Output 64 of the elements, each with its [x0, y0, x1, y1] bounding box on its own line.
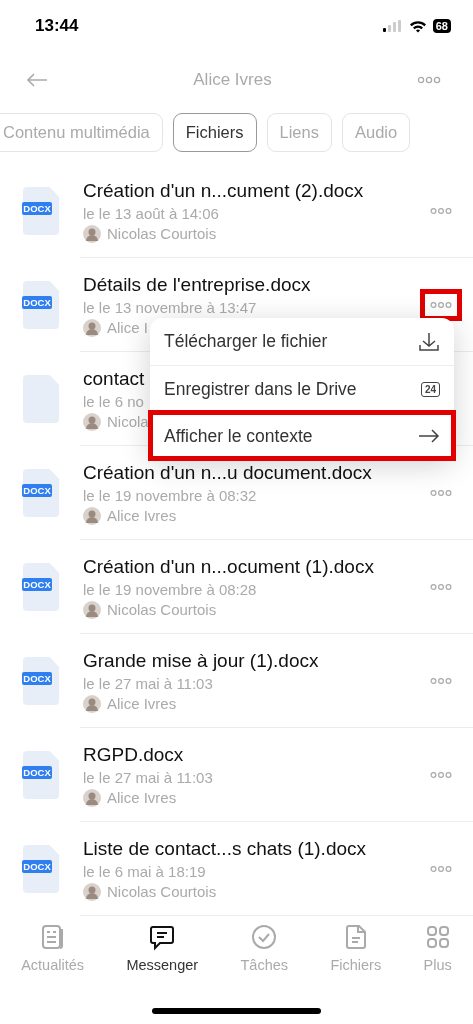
author-name: Nicolas Courtois: [107, 883, 217, 900]
menu-item[interactable]: Télécharger le fichier: [150, 318, 454, 365]
file-date: le le 27 mai à 11:03: [83, 674, 213, 692]
avatar: [83, 882, 101, 901]
more-icon: [430, 207, 452, 215]
chat-title: Alice Ivres: [193, 70, 272, 90]
file-date: le le 19 novembre à 08:32: [83, 486, 257, 504]
back-icon[interactable]: [26, 73, 48, 87]
document-icon: DOCX: [22, 281, 62, 329]
calendar-folder-icon: 24: [420, 381, 440, 397]
file-name[interactable]: Détails de l'entreprise.docx: [83, 273, 311, 296]
document-icon: DOCX: [22, 187, 62, 235]
file-name[interactable]: Création d'un n...ocument (1).docx: [83, 555, 374, 578]
avatar: [83, 318, 101, 337]
avatar: [83, 412, 101, 431]
nav-tab[interactable]: Messenger: [120, 922, 205, 974]
file-name[interactable]: RGPD.docx: [83, 743, 184, 766]
avatar: [83, 506, 101, 525]
menu-item[interactable]: Enregistrer dans le Drive 24: [150, 365, 454, 412]
battery-indicator: 68: [432, 19, 451, 33]
chat-icon: [148, 923, 177, 951]
document-icon: DOCX: [22, 469, 62, 517]
more-icon: [430, 771, 452, 779]
author-name: Alice Ivres: [107, 695, 177, 712]
tasks-icon: [250, 923, 279, 951]
download-icon: [418, 330, 440, 353]
document-icon: DOCX: [22, 657, 62, 705]
more-icon: [430, 865, 452, 873]
wifi-icon: [408, 19, 427, 33]
signal-icon: [382, 20, 403, 32]
file-date: le le 27 mai à 11:03: [83, 768, 213, 786]
author-name: Nicola: [107, 413, 149, 430]
file-name[interactable]: Création d'un n...u document.docx: [83, 461, 372, 484]
status-time: 13:44: [35, 16, 79, 36]
file-date: le le 6 mai à 18:19: [83, 862, 206, 880]
arrow-icon: [418, 429, 440, 443]
file-name[interactable]: contact: [83, 367, 145, 390]
document-icon: DOCX: [22, 845, 62, 893]
author-name: Nicolas Courtois: [107, 225, 217, 242]
document-icon: DOCX: [22, 563, 62, 611]
more-icon: [430, 489, 452, 497]
avatar: [83, 600, 101, 619]
menu-item[interactable]: Afficher le contexte: [150, 412, 454, 459]
file-date: le le 19 novembre à 08:28: [83, 580, 257, 598]
author-name: Alice Ivres: [107, 789, 177, 806]
avatar: [83, 788, 101, 807]
more-icon: [430, 677, 452, 685]
file-date: le le 13 novembre à 13:47: [83, 298, 257, 316]
avatar: [83, 694, 101, 713]
file-name[interactable]: Grande mise à jour (1).docx: [83, 649, 319, 672]
file-name[interactable]: Création d'un n...cument (2).docx: [83, 179, 364, 202]
author-name: Nicolas Courtois: [107, 601, 217, 618]
more-button[interactable]: [420, 289, 462, 321]
filter-tab[interactable]: Fichiers: [172, 112, 257, 152]
file-date: le le 6 no: [83, 392, 144, 410]
more-icon: [430, 301, 452, 309]
avatar: [83, 224, 101, 243]
author-name: Alice I: [107, 319, 148, 336]
file-date: le le 13 août à 14:06: [83, 204, 219, 222]
author-name: Alice Ivres: [107, 507, 177, 524]
document-icon: DOCX: [22, 751, 62, 799]
more-icon[interactable]: [417, 76, 441, 84]
more-icon: [430, 583, 452, 591]
file-name[interactable]: Liste de contact...s chats (1).docx: [83, 837, 367, 860]
